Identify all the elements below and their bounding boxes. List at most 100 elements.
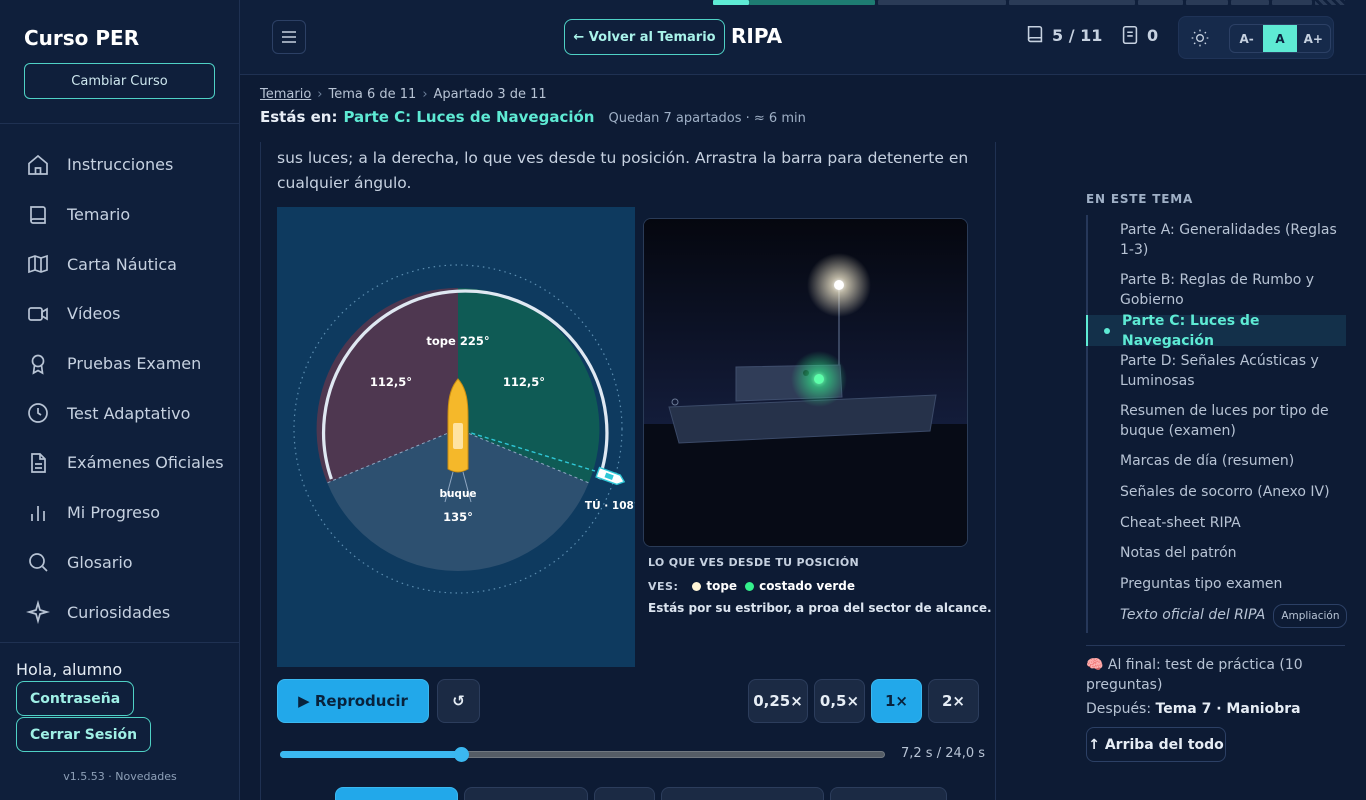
breadcrumb-section: Apartado 3 de 11 (433, 87, 547, 102)
sidebar-divider (0, 123, 240, 124)
sidebar-item-instrucciones[interactable]: Instrucciones (0, 140, 240, 190)
extension-badge: Ampliación (1273, 604, 1348, 628)
bottom-tab[interactable] (335, 787, 458, 800)
sparkle-icon (26, 600, 50, 625)
bottom-tab[interactable] (464, 787, 588, 800)
toc-item-senales-socorro[interactable]: Señales de socorro (Anexo IV) (1120, 482, 1350, 502)
ship-cabin (453, 423, 463, 449)
notes-counter[interactable]: 0 (1119, 24, 1158, 46)
play-button[interactable]: ▶ Reproducir (277, 679, 429, 723)
file-icon (31, 453, 46, 473)
toc-item-label: Texto oficial del RIPA (1120, 607, 1266, 623)
timeline-slider-thumb[interactable] (454, 747, 469, 762)
bottom-tab[interactable] (594, 787, 655, 800)
back-to-top-button[interactable]: ↑ Arriba del todo (1086, 727, 1226, 762)
sidebar-item-label: Curiosidades (67, 602, 171, 622)
bottom-tab[interactable] (661, 787, 824, 800)
location-prefix: Estás en: (260, 108, 338, 126)
visible-lights: VES: tope costado verde (648, 579, 855, 593)
font-normal-button[interactable]: A (1263, 25, 1297, 52)
observer-view (643, 218, 968, 547)
starboard-sector-label: 112,5° (503, 375, 545, 389)
toc-item-cheat-sheet[interactable]: Cheat-sheet RIPA (1120, 513, 1350, 533)
menu-icon (282, 31, 296, 43)
sidebar-item-temario[interactable]: Temario (0, 190, 240, 240)
sidebar-item-curiosidades[interactable]: Curiosidades (0, 587, 240, 637)
speed-2-button[interactable]: 2× (928, 679, 979, 723)
progress-segment (1231, 0, 1269, 5)
speed-05-button[interactable]: 0,5× (814, 679, 865, 723)
toc-item-texto-oficial[interactable]: Texto oficial del RIPA Ampliación (1120, 604, 1350, 628)
map-icon (28, 255, 48, 274)
breadcrumb: Temario › Tema 6 de 11 › Apartado 3 de 1… (260, 87, 547, 102)
masthead-light (834, 280, 844, 290)
bottom-tab[interactable] (830, 787, 947, 800)
font-decrease-button[interactable]: A- (1230, 25, 1263, 52)
password-button[interactable]: Contraseña (16, 681, 135, 716)
sidebar-item-carta-nautica[interactable]: Carta Náutica (0, 239, 240, 289)
back-to-syllabus-button[interactable]: ← Volver al Temario (564, 19, 725, 55)
display-tools: A- A A+ (1178, 16, 1334, 59)
toc-item-preguntas[interactable]: Preguntas tipo examen (1120, 574, 1350, 594)
breadcrumb-separator: › (317, 87, 323, 102)
progress-segment (1315, 0, 1345, 5)
font-increase-button[interactable]: A+ (1297, 25, 1330, 52)
toc-rail (1086, 215, 1088, 633)
observer-boat (595, 466, 626, 486)
sidebar-item-label: Pruebas Examen (67, 354, 202, 374)
page-counter-value: 5 / 11 (1052, 25, 1103, 45)
toc-item-marcas-dia[interactable]: Marcas de día (resumen) (1120, 451, 1350, 471)
toc-item-parte-d[interactable]: Parte D: Señales Acústicas y Luminosas (1120, 351, 1350, 391)
theme-toggle-sun-icon[interactable] (1190, 28, 1210, 48)
sidebar-item-examenes-oficiales[interactable]: Exámenes Oficiales (0, 438, 240, 488)
visible-lights-label: VES: (648, 579, 679, 593)
visible-light-masthead: tope (706, 579, 738, 593)
video-icon (28, 307, 48, 321)
toc-item-parte-c[interactable]: Parte C: Luces de Navegación (1086, 313, 1346, 349)
masthead-light-dot (692, 581, 702, 591)
sidebar-divider (0, 642, 240, 643)
toc-item-parte-a[interactable]: Parte A: Generalidades (Reglas 1-3) (1120, 220, 1350, 260)
change-course-button[interactable]: Cambiar Curso (24, 63, 215, 99)
award-icon (31, 354, 45, 375)
observer-label: TÚ · 108° (585, 499, 635, 512)
progress-segment (749, 0, 875, 5)
location-section: Parte C: Luces de Navegación (343, 108, 595, 126)
view-description: Estás por su estribor, a proa del sector… (648, 601, 992, 615)
light-sectors-diagram[interactable]: tope 225° 112,5° 112,5° buque 135° TÚ · … (277, 207, 639, 667)
lesson-text: sus luces; a la derecha, lo que ves desd… (277, 149, 969, 192)
sidebar-item-pruebas-examen[interactable]: Pruebas Examen (0, 339, 240, 389)
reset-button[interactable]: ↺ (437, 679, 480, 723)
next-topic-value[interactable]: Tema 7 · Maniobra (1156, 701, 1301, 717)
next-topic-prefix: Después: (1086, 701, 1152, 717)
sidebar-item-label: Temario (67, 205, 131, 225)
stern-sector-label: 135° (443, 510, 473, 524)
green-sidelight (814, 374, 824, 384)
font-size-group: A- A A+ (1229, 24, 1331, 53)
sidebar-item-mi-progreso[interactable]: Mi Progreso (0, 488, 240, 538)
bar-chart-icon (31, 505, 45, 521)
menu-toggle-button[interactable] (272, 20, 306, 54)
book-icon (30, 205, 46, 224)
page-counter: 5 / 11 (1024, 24, 1102, 46)
sidebar-item-label: Glosario (67, 552, 133, 572)
sidebar-item-label: Test Adaptativo (67, 403, 191, 423)
toc-item-notas-patron[interactable]: Notas del patrón (1120, 543, 1350, 563)
toc-title: EN ESTE TEMA (1086, 192, 1194, 206)
toc-item-parte-b[interactable]: Parte B: Reglas de Rumbo y Gobierno (1120, 270, 1350, 310)
toc-item-resumen-luces[interactable]: Resumen de luces por tipo de buque (exam… (1120, 401, 1350, 441)
speed-025-button[interactable]: 0,25× (748, 679, 808, 723)
sidebar-item-glosario[interactable]: Glosario (0, 538, 240, 588)
progress-segment (1272, 0, 1312, 5)
top-bar: ← Volver al Temario RIPA 5 / 11 0 A- A A… (240, 0, 1366, 75)
breadcrumb-root-link[interactable]: Temario (260, 87, 311, 102)
progress-segment (713, 0, 749, 5)
notes-counter-value: 0 (1147, 25, 1159, 45)
logout-button[interactable]: Cerrar Sesión (16, 717, 152, 752)
speed-1-button[interactable]: 1× (871, 679, 922, 723)
progress-segment (878, 0, 1006, 5)
sidebar-item-videos[interactable]: Vídeos (0, 289, 240, 339)
version-link[interactable]: v1.5.53 · Novedades (0, 770, 240, 783)
visible-light-green: costado verde (759, 579, 856, 593)
sidebar-item-test-adaptativo[interactable]: Test Adaptativo (0, 388, 240, 438)
